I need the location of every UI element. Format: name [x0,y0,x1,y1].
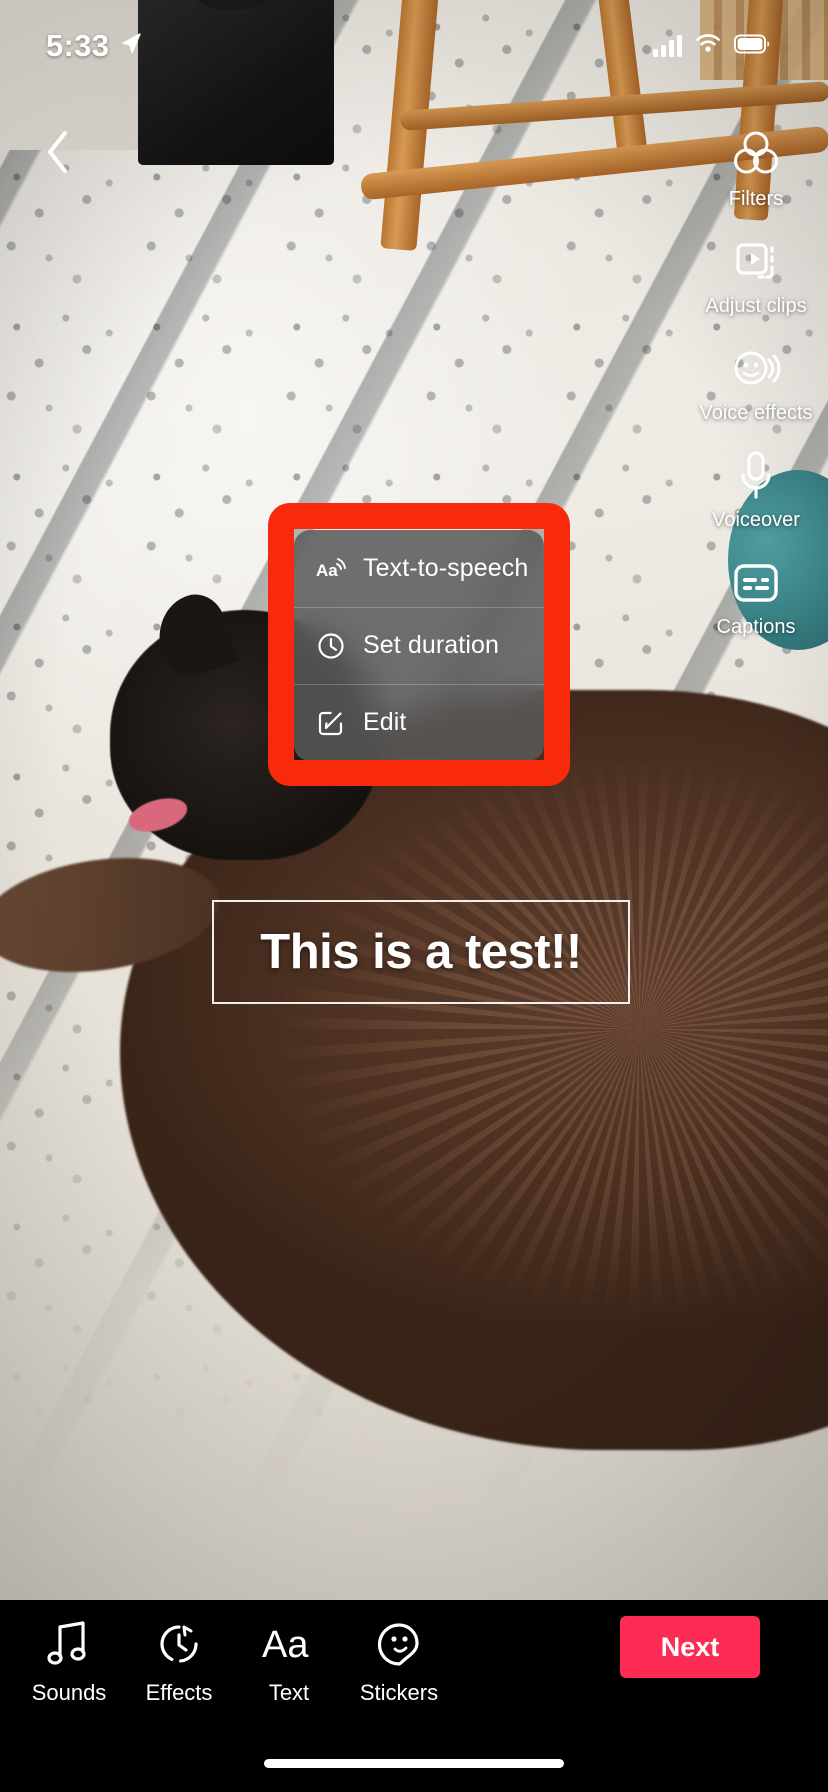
next-button-label: Next [660,1631,720,1662]
microphone-icon [735,447,777,505]
back-button[interactable] [22,118,94,190]
status-bar-right [653,33,770,60]
clock-icon [316,631,346,661]
text-overlay-value: This is a test!! [260,925,582,979]
location-arrow-icon [119,31,143,62]
chevron-left-icon [44,129,72,180]
bottom-toolbar: Sounds Effects Aa Text Stickers Next [0,1600,828,1792]
text-to-speech-icon: Aa [316,554,346,584]
menu-item-set-duration[interactable]: Set duration [294,607,544,684]
rail-item-adjust-clips[interactable]: Adjust clips [692,233,820,318]
pencil-square-icon [316,708,346,738]
status-bar: 5:33 [0,0,828,92]
home-indicator [264,1759,564,1768]
sticker-ghost-icon [375,1614,423,1674]
effects-timer-icon [155,1614,203,1674]
text-aa-icon: Aa [261,1614,317,1674]
tool-stickers[interactable]: Stickers [344,1614,454,1706]
voice-effects-icon [729,340,783,398]
wifi-icon [694,33,722,60]
tool-text[interactable]: Aa Text [234,1614,344,1706]
battery-icon [734,34,770,59]
menu-item-text-to-speech[interactable]: Aa Text-to-speech [294,530,544,607]
menu-item-edit[interactable]: Edit [294,684,544,761]
svg-text:Aa: Aa [262,1624,309,1666]
cellular-signal-icon [653,35,682,57]
menu-label-text-to-speech: Text-to-speech [363,554,529,582]
svg-text:Aa: Aa [316,561,338,580]
status-bar-left: 5:33 [46,28,143,64]
right-toolbar: Filters Adjust clips Voice effects Voice… [692,126,820,661]
tool-label-stickers: Stickers [359,1680,439,1705]
filters-icon [729,126,783,184]
status-clock: 5:33 [46,28,110,63]
tool-sounds[interactable]: Sounds [14,1614,124,1706]
captions-icon [730,554,782,612]
menu-label-edit: Edit [363,708,407,736]
tool-label-effects: Effects [145,1680,213,1705]
tool-label-sounds: Sounds [31,1680,107,1705]
rail-label-voiceover: Voiceover [712,509,800,531]
rail-label-filters: Filters [728,188,784,210]
music-note-icon [46,1614,92,1674]
tool-effects[interactable]: Effects [124,1614,234,1706]
rail-label-captions: Captions [716,616,796,638]
rail-item-voiceover[interactable]: Voiceover [692,447,820,532]
menu-pointer-tail [397,758,441,772]
rail-label-voice-effects: Voice effects [699,402,813,424]
next-button[interactable]: Next [620,1616,760,1678]
text-overlay-box[interactable]: This is a test!! [212,900,630,1004]
rail-item-captions[interactable]: Captions [692,554,820,639]
rail-item-filters[interactable]: Filters [692,126,820,211]
adjust-clips-icon [731,233,781,291]
tiktok-editor-screen: 5:33 Filters Adjust clips Voice effects … [0,0,828,1792]
text-context-menu: Aa Text-to-speech Set duration Edit [294,530,544,761]
rail-item-voice-effects[interactable]: Voice effects [692,340,820,425]
rail-label-adjust-clips: Adjust clips [705,295,807,317]
menu-label-set-duration: Set duration [363,631,500,659]
tool-label-text: Text [268,1680,310,1705]
